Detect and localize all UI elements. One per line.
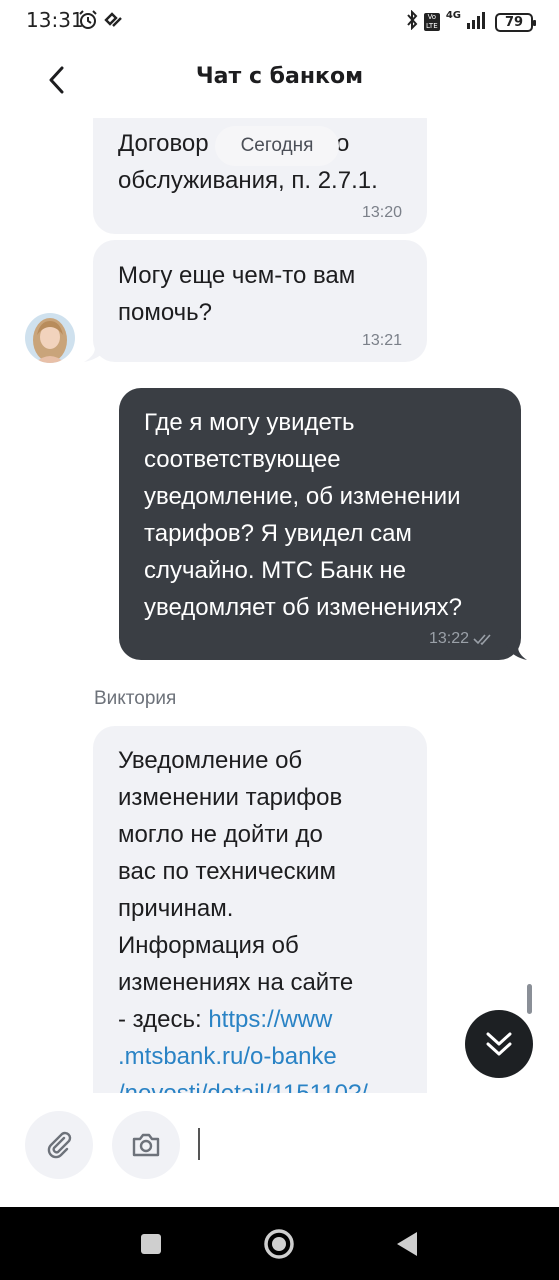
double-chevron-down-icon — [486, 1032, 512, 1056]
message-line: уведомление, об изменении — [144, 483, 461, 510]
scrollbar[interactable] — [527, 984, 532, 1014]
app-notification-icon — [104, 10, 124, 34]
message-line: тарифов? Я увидел сам — [144, 520, 412, 547]
alarm-icon — [78, 10, 98, 34]
message-line: причинам. — [118, 895, 234, 922]
recents-button[interactable] — [134, 1227, 168, 1261]
message-incoming[interactable]: Уведомление об изменении тарифов могло н… — [93, 726, 427, 1093]
chat-messages[interactable]: Договор банковского обслуживания, п. 2.7… — [0, 118, 559, 1093]
signal-icon — [467, 11, 489, 33]
message-time: 13:22 — [429, 630, 493, 648]
bubble-tail — [84, 344, 108, 362]
battery-icon: 79 — [495, 12, 536, 32]
message-link[interactable]: /novosti/detail/115110?/ — [118, 1075, 368, 1093]
input-bar — [0, 1093, 559, 1207]
circle-icon — [264, 1229, 294, 1259]
message-line: Уведомление об — [118, 747, 303, 774]
message-link[interactable]: .mtsbank.ru/o-banke — [118, 1038, 368, 1075]
triangle-back-icon — [397, 1232, 417, 1256]
home-button[interactable] — [262, 1227, 296, 1261]
square-icon — [141, 1234, 161, 1254]
volte-top-label: Vo — [427, 13, 437, 21]
bluetooth-icon — [406, 9, 418, 34]
message-line: изменении тарифов — [118, 784, 343, 811]
avatar[interactable] — [25, 313, 75, 363]
status-time: 13:31 — [26, 8, 84, 32]
message-time: 13:21 — [361, 332, 402, 349]
camera-button[interactable] — [112, 1111, 180, 1179]
system-nav-bar — [0, 1207, 559, 1280]
message-time: 13:20 — [361, 204, 402, 221]
battery-level: 79 — [504, 14, 524, 30]
status-right: Vo LTE 4G 79 — [406, 9, 536, 34]
message-line: Информация об — [118, 932, 299, 959]
volte-bottom-label: LTE — [426, 22, 438, 30]
status-bar: 13:31 Vo LTE 4G 79 — [0, 0, 559, 40]
volte-icon: Vo LTE — [423, 13, 440, 31]
message-line: Могу еще чем-то вам — [118, 262, 356, 289]
message-line: Где я могу увидеть — [144, 409, 355, 436]
camera-icon — [132, 1133, 160, 1157]
date-chip: Сегодня — [215, 126, 339, 166]
message-line: случайно. МТС Банк не — [144, 557, 406, 584]
message-line: изменениях на сайте — [118, 969, 354, 996]
attach-button[interactable] — [25, 1111, 93, 1179]
message-incoming[interactable]: Могу еще чем-то вам помочь? 13:21 — [93, 240, 427, 362]
message-line: уведомляет об изменениях? — [144, 594, 462, 621]
message-outgoing[interactable]: Где я могу увидеть соответствующее уведо… — [119, 388, 521, 660]
message-line: вас по техническим — [118, 858, 336, 885]
message-link[interactable]: https://www — [208, 1006, 332, 1033]
message-link-line: - здесь: https://www — [118, 1001, 368, 1038]
paperclip-icon — [47, 1131, 72, 1159]
message-line: соответствующее — [144, 446, 341, 473]
network-label: 4G — [445, 10, 461, 21]
status-left-icons — [78, 10, 124, 34]
bubble-tail — [505, 642, 527, 660]
message-time-text: 13:22 — [428, 630, 469, 647]
chat-header: Чат с банком — [0, 40, 559, 118]
back-nav-button[interactable] — [390, 1227, 424, 1261]
link-prefix: - здесь: — [118, 1006, 209, 1033]
page-title: Чат с банком — [195, 64, 364, 89]
message-line: помочь? — [118, 299, 213, 326]
message-line: обслуживания, п. 2.7.1. — [118, 167, 378, 194]
message-input[interactable] — [200, 1121, 530, 1167]
double-check-icon — [473, 634, 491, 645]
message-line: могло не дойти до — [118, 821, 323, 848]
sender-name: Виктория — [94, 688, 177, 709]
scroll-down-button[interactable] — [465, 1010, 533, 1078]
